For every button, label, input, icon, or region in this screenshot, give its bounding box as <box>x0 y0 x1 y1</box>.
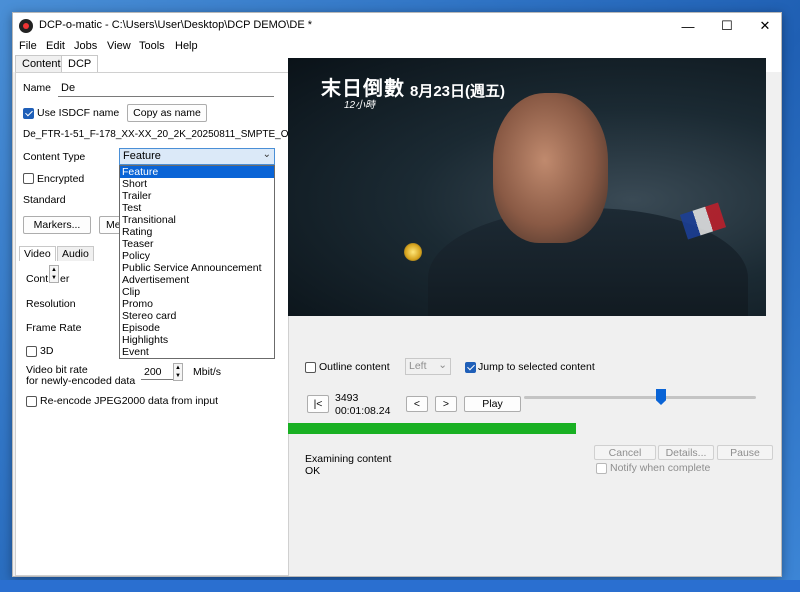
tab-audio[interactable]: Audio <box>57 246 94 261</box>
job-progress-bar <box>288 423 576 434</box>
name-label: Name <box>23 82 52 94</box>
video-preview: 末日倒數 12小時 8月23日(週五) <box>288 58 766 316</box>
option-policy[interactable]: Policy <box>120 250 274 262</box>
preview-figure-face <box>493 93 608 243</box>
option-stereo-card[interactable]: Stereo card <box>120 310 274 322</box>
option-promo[interactable]: Promo <box>120 298 274 310</box>
bitrate-unit: Mbit/s <box>193 366 222 378</box>
reencode-label: Re-encode JPEG2000 data from input <box>40 395 219 407</box>
option-event[interactable]: Event <box>120 346 274 358</box>
outline-content-checkbox[interactable] <box>305 362 316 373</box>
bitrate-spinner[interactable]: ▲ ▼ <box>173 363 183 381</box>
job-status-text: Examining content <box>305 453 392 465</box>
container-label-tail: er <box>60 273 70 285</box>
bitrate-input[interactable] <box>141 364 173 380</box>
next-frame-button[interactable]: > <box>435 396 457 412</box>
dcp-o-matic-icon <box>19 19 33 33</box>
timeline-slider[interactable] <box>524 396 756 399</box>
content-type-select[interactable]: Feature ⌄ <box>119 148 275 165</box>
copy-as-name-button[interactable]: Copy as name <box>127 104 207 122</box>
standard-label: Standard <box>23 194 66 206</box>
previous-frame-button[interactable]: < <box>406 396 428 412</box>
frame-number: 3493 <box>335 392 359 404</box>
tab-dcp[interactable]: DCP <box>61 55 99 72</box>
container-spinner[interactable]: ▲ ▼ <box>49 265 59 283</box>
back-to-start-button[interactable]: |< <box>307 395 329 413</box>
spin-up-icon: ▲ <box>175 365 181 371</box>
resolution-label: Resolution <box>26 298 76 310</box>
outline-content-label: Outline content <box>319 361 390 373</box>
tab-content[interactable]: Content <box>15 55 68 72</box>
menu-view[interactable]: View <box>107 40 131 52</box>
container-label: Cont <box>26 273 49 285</box>
spin-up-icon: ▲ <box>51 267 57 273</box>
close-button[interactable]: ✕ <box>747 13 783 39</box>
use-isdcf-label: Use ISDCF name <box>37 107 120 119</box>
title-bar: DCP-o-matic - C:\Users\User\Desktop\DCP … <box>13 13 781 39</box>
3d-checkbox[interactable] <box>26 346 37 357</box>
timecode: 00:01:08.24 <box>335 405 391 417</box>
job-status-result: OK <box>305 465 321 477</box>
menu-tools[interactable]: Tools <box>139 40 165 52</box>
option-transitional[interactable]: Transitional <box>120 214 274 226</box>
minimize-button[interactable]: — <box>670 13 706 39</box>
jump-to-selected-label: Jump to selected content <box>478 361 595 373</box>
menu-edit[interactable]: Edit <box>46 40 65 52</box>
content-type-label: Content Type <box>23 151 86 163</box>
markers-button[interactable]: Markers... <box>23 216 91 234</box>
option-clip[interactable]: Clip <box>120 286 274 298</box>
content-type-dropdown: Feature Short Trailer Test Transitional … <box>119 165 275 359</box>
option-trailer[interactable]: Trailer <box>120 190 274 202</box>
name-input[interactable] <box>58 79 274 97</box>
menu-bar: File Edit Jobs View Tools Help <box>13 39 781 55</box>
reencode-checkbox[interactable] <box>26 396 37 407</box>
3d-label: 3D <box>40 345 54 357</box>
encrypted-checkbox[interactable] <box>23 173 34 184</box>
frame-rate-label: Frame Rate <box>26 322 82 334</box>
pause-button[interactable]: Pause <box>717 445 773 460</box>
option-short[interactable]: Short <box>120 178 274 190</box>
menu-file[interactable]: File <box>19 40 37 52</box>
use-isdcf-checkbox[interactable] <box>23 108 34 119</box>
desktop-background <box>0 580 800 592</box>
notify-label: Notify when complete <box>610 462 711 474</box>
option-advertisement[interactable]: Advertisement <box>120 274 274 286</box>
window-title: DCP-o-matic - C:\Users\User\Desktop\DCP … <box>39 19 313 31</box>
option-teaser[interactable]: Teaser <box>120 238 274 250</box>
dcp-name-text: De_FTR-1-51_F-178_XX-XX_20_2K_20250811_S… <box>23 129 296 140</box>
option-rating[interactable]: Rating <box>120 226 274 238</box>
option-feature[interactable]: Feature <box>120 166 274 178</box>
option-episode[interactable]: Episode <box>120 322 274 334</box>
content-type-value: Feature <box>123 150 161 162</box>
spin-down-icon: ▼ <box>51 275 57 281</box>
cancel-button[interactable]: Cancel <box>594 445 656 460</box>
option-highlights[interactable]: Highlights <box>120 334 274 346</box>
option-test[interactable]: Test <box>120 202 274 214</box>
eye-select[interactable]: Left ⌄ <box>405 358 451 375</box>
play-button[interactable]: Play <box>464 396 521 412</box>
maximize-button[interactable]: ☐ <box>709 13 745 39</box>
tab-video[interactable]: Video <box>19 246 56 261</box>
menu-help[interactable]: Help <box>175 40 198 52</box>
spin-down-icon: ▼ <box>175 373 181 379</box>
bitrate-label-2: for newly-encoded data <box>26 375 136 387</box>
preview-light <box>404 243 422 261</box>
details-button[interactable]: Details... <box>658 445 714 460</box>
jump-to-selected-checkbox[interactable] <box>465 362 476 373</box>
option-psa[interactable]: Public Service Announcement <box>120 262 274 274</box>
chevron-down-icon: ⌄ <box>438 359 447 371</box>
encrypted-label: Encrypted <box>37 173 85 185</box>
menu-jobs[interactable]: Jobs <box>74 40 97 52</box>
eye-select-value: Left <box>409 360 427 372</box>
chevron-down-icon: ⌄ <box>262 149 271 160</box>
film-subtitle: 12小時 <box>344 100 376 111</box>
release-date: 8月23日(週五) <box>410 83 506 100</box>
metadata-button[interactable]: Me <box>99 216 121 234</box>
notify-checkbox[interactable] <box>596 463 607 474</box>
